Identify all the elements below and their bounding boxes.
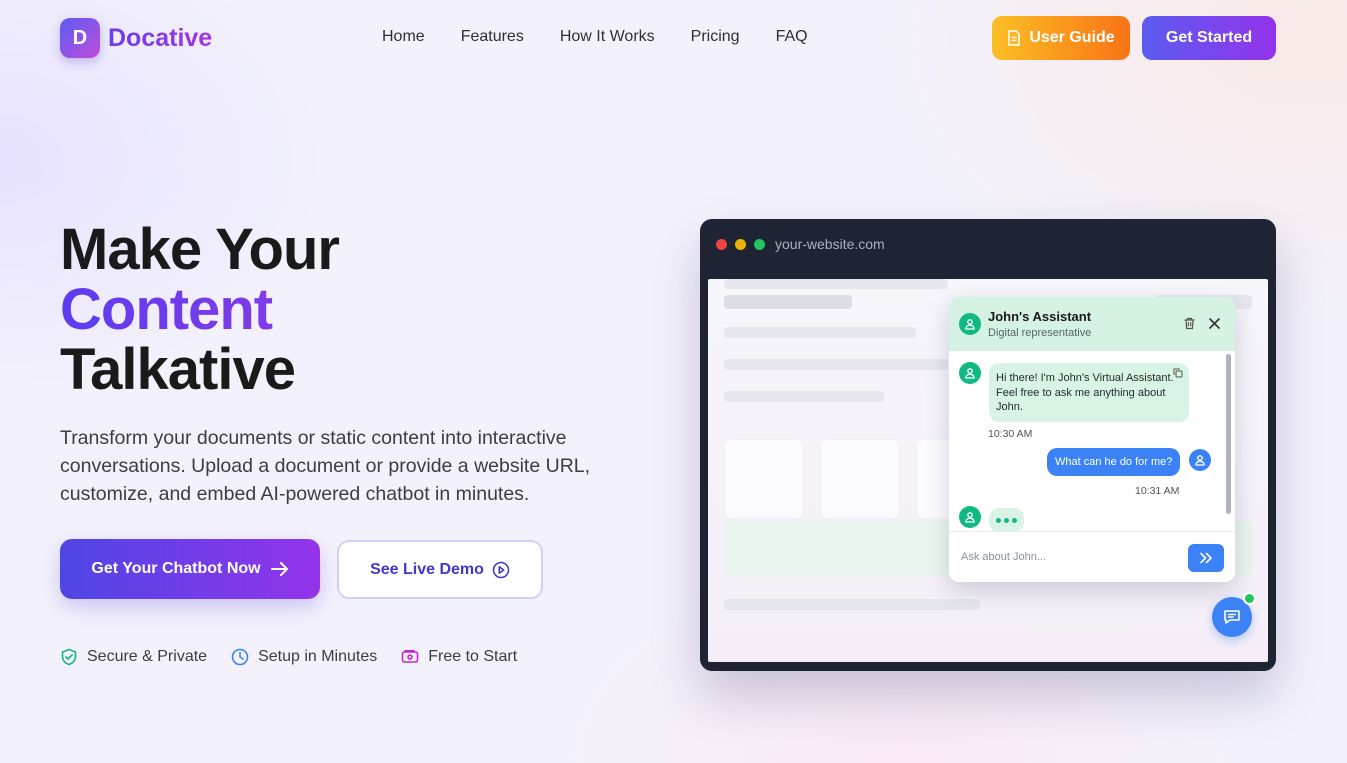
user-icon bbox=[965, 368, 975, 379]
skeleton-line bbox=[724, 279, 948, 289]
maximize-dot bbox=[754, 239, 765, 250]
nav-link-home[interactable]: Home bbox=[382, 28, 425, 46]
typing-dot bbox=[1012, 517, 1017, 523]
user-message: What can he do for me? bbox=[1047, 448, 1181, 476]
skeleton-line bbox=[724, 359, 948, 370]
chat-widget: John's Assistant Digital representative … bbox=[949, 297, 1235, 582]
window-controls bbox=[716, 239, 765, 250]
feature-free-label: Free to Start bbox=[428, 648, 518, 665]
skeleton-heading bbox=[724, 295, 852, 309]
copy-message-button[interactable] bbox=[1173, 368, 1183, 378]
user-message-avatar bbox=[1189, 449, 1211, 471]
brand-logo[interactable]: D Docative bbox=[60, 18, 212, 58]
nav-links: Home Features How It Works Pricing FAQ bbox=[382, 28, 808, 46]
close-chat-button[interactable] bbox=[1208, 317, 1221, 330]
user-icon bbox=[1195, 455, 1205, 466]
close-dot bbox=[716, 239, 727, 250]
close-icon bbox=[1209, 318, 1220, 329]
top-nav: D Docative Home Features How It Works Pr… bbox=[0, 0, 1347, 78]
live-demo-label: See Live Demo bbox=[370, 560, 484, 578]
nav-link-faq[interactable]: FAQ bbox=[776, 28, 808, 46]
send-icon bbox=[1200, 552, 1212, 564]
user-guide-label: User Guide bbox=[1029, 29, 1115, 46]
chat-input-bar bbox=[949, 531, 1235, 582]
skeleton-card bbox=[820, 439, 900, 519]
play-circle-icon bbox=[492, 561, 510, 578]
copy-icon bbox=[1173, 368, 1183, 378]
feature-list: Secure & Private Setup in Minutes Free t… bbox=[60, 648, 517, 666]
browser-url: your-website.com bbox=[775, 236, 885, 252]
assistant-name: John's Assistant bbox=[988, 309, 1092, 324]
get-chatbot-button[interactable]: Get Your Chatbot Now bbox=[60, 539, 320, 599]
bot-message-avatar bbox=[959, 362, 981, 384]
bot-message: Hi there! I'm John's Virtual Assistant. … bbox=[989, 363, 1189, 422]
ticket-icon bbox=[401, 650, 419, 663]
chat-header: John's Assistant Digital representative bbox=[949, 297, 1235, 351]
skeleton-line bbox=[724, 327, 916, 338]
user-icon bbox=[965, 512, 975, 523]
clock-icon bbox=[231, 648, 249, 666]
trash-icon bbox=[1184, 317, 1195, 330]
shield-check-icon bbox=[61, 648, 77, 666]
nav-link-how-it-works[interactable]: How It Works bbox=[560, 28, 655, 46]
user-guide-button[interactable]: User Guide bbox=[992, 16, 1130, 60]
get-chatbot-label: Get Your Chatbot Now bbox=[91, 560, 261, 577]
document-icon bbox=[1008, 30, 1021, 46]
user-message-time: 10:31 AM bbox=[1135, 485, 1180, 497]
hero-title-line-3: Talkative bbox=[60, 337, 296, 402]
bot-typing-avatar bbox=[959, 506, 981, 528]
feature-setup: Setup in Minutes bbox=[231, 648, 377, 666]
bot-message-text: Hi there! I'm John's Virtual Assistant. … bbox=[996, 372, 1174, 413]
nav-link-features[interactable]: Features bbox=[461, 28, 524, 46]
hero-title-line-1: Make Your bbox=[60, 217, 340, 282]
send-button[interactable] bbox=[1188, 544, 1224, 572]
user-icon bbox=[965, 319, 975, 330]
skeleton-card bbox=[724, 439, 804, 519]
typing-indicator bbox=[989, 508, 1024, 532]
brand-name: Docative bbox=[108, 23, 213, 52]
chat-scrollbar[interactable] bbox=[1226, 354, 1231, 514]
feature-setup-label: Setup in Minutes bbox=[258, 648, 378, 665]
minimize-dot bbox=[735, 239, 746, 250]
skeleton-line bbox=[724, 599, 980, 610]
typing-dot bbox=[1004, 517, 1009, 523]
get-started-button[interactable]: Get Started bbox=[1142, 16, 1276, 60]
hero-title-accent: Content bbox=[60, 280, 339, 340]
arrow-right-icon bbox=[270, 562, 288, 576]
chat-input[interactable] bbox=[961, 544, 1181, 570]
hero-description: Transform your documents or static conte… bbox=[60, 427, 591, 505]
feature-secure-label: Secure & Private bbox=[87, 648, 208, 665]
nav-link-pricing[interactable]: Pricing bbox=[691, 28, 740, 46]
skeleton-line bbox=[724, 391, 884, 402]
assistant-subtitle: Digital representative bbox=[988, 327, 1092, 339]
chat-bubble-icon bbox=[1224, 610, 1240, 624]
bot-message-time: 10:30 AM bbox=[988, 428, 1033, 440]
clear-chat-button[interactable] bbox=[1183, 317, 1196, 330]
logo-mark: D bbox=[60, 18, 100, 58]
typing-dot bbox=[996, 517, 1001, 523]
hero-title: Make Your Content Talkative bbox=[60, 217, 340, 402]
feature-secure: Secure & Private bbox=[60, 648, 207, 666]
online-status-dot bbox=[1243, 592, 1256, 605]
assistant-avatar bbox=[959, 313, 981, 335]
feature-free: Free to Start bbox=[401, 648, 517, 666]
live-demo-button[interactable]: See Live Demo bbox=[337, 540, 543, 599]
